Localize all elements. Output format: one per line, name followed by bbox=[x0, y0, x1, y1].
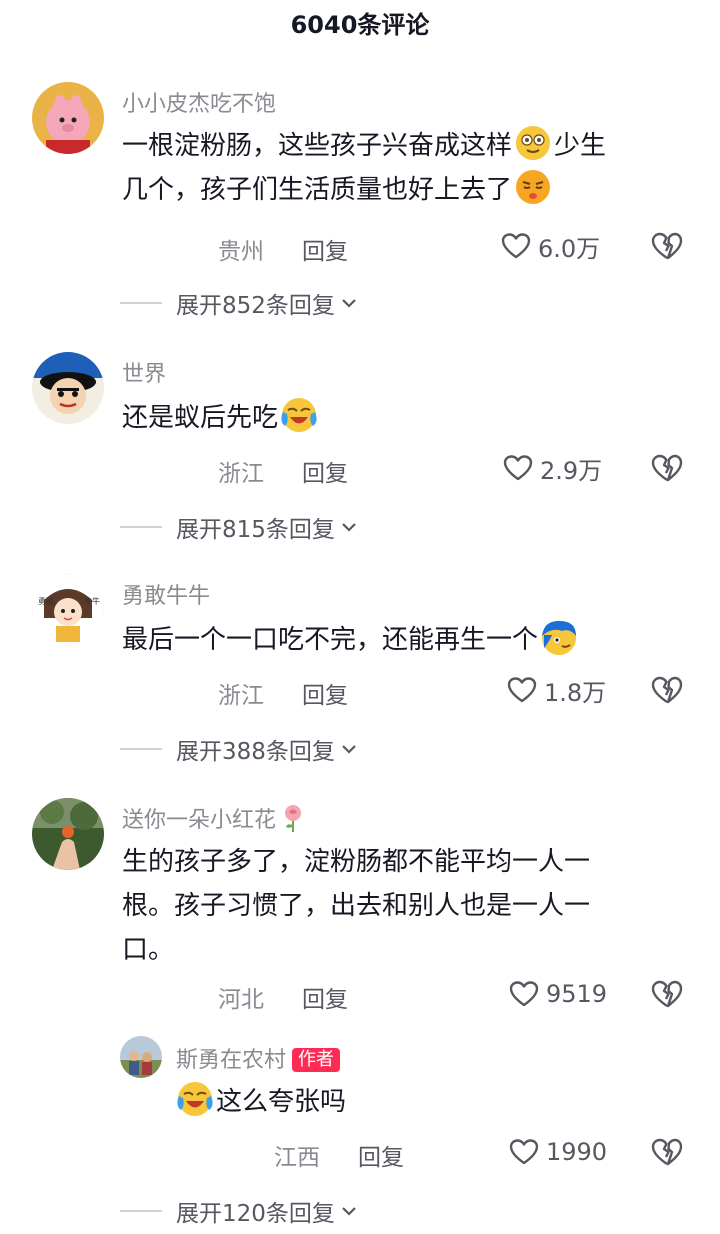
comment-text-part: 最后一个一口吃不完，还能再生一个 bbox=[122, 625, 539, 655]
heart-icon bbox=[509, 1139, 539, 1165]
smug-face-emoji-icon bbox=[516, 170, 551, 204]
like-button[interactable]: 1990 bbox=[508, 1132, 607, 1172]
divider-line bbox=[120, 748, 162, 750]
reply-button[interactable]: 回复 bbox=[358, 1138, 404, 1172]
location-label: 河北 bbox=[218, 987, 264, 1013]
avatar[interactable] bbox=[32, 352, 104, 424]
avatar[interactable] bbox=[32, 798, 104, 870]
username[interactable]: 小小皮杰吃不饱 bbox=[122, 86, 276, 118]
avatar[interactable] bbox=[120, 1036, 162, 1078]
avatar[interactable] bbox=[32, 82, 104, 154]
username-text: 送你一朵小红花 bbox=[122, 808, 277, 833]
comment-text-part: 一根淀粉肠，这些孩子兴奋成这样 bbox=[122, 131, 513, 161]
like-count: 6.0万 bbox=[538, 234, 601, 263]
divider-line bbox=[120, 526, 162, 528]
reply-button[interactable]: 回复 bbox=[302, 980, 348, 1014]
comment-text: 生的孩子多了，淀粉肠都不能平均一人一 根。孩子习惯了，出去和别人也是一人一 口。 bbox=[122, 840, 692, 972]
expand-replies-button[interactable]: 展开388条回复 bbox=[120, 732, 359, 766]
comment-text-part: 口。 bbox=[122, 935, 175, 965]
broken-heart-icon[interactable] bbox=[650, 1135, 684, 1169]
like-button[interactable]: 9519 bbox=[508, 974, 607, 1014]
svg-text:勇敢: 勇敢 bbox=[38, 596, 54, 606]
comment-text-part: 少生 bbox=[554, 131, 607, 161]
svg-text:牛牛: 牛牛 bbox=[84, 596, 100, 606]
location-label: 浙江 bbox=[218, 683, 264, 709]
chevron-down-icon bbox=[342, 745, 356, 754]
like-button[interactable]: 2.9万 bbox=[502, 448, 602, 488]
crying-laughing-emoji-icon bbox=[281, 398, 317, 432]
dizzy-face-emoji-icon bbox=[516, 126, 551, 160]
comment-text: 还是蚁后先吃 bbox=[122, 396, 692, 440]
broken-heart-icon[interactable] bbox=[650, 451, 684, 485]
location-label: 江西 bbox=[274, 1145, 320, 1171]
reply-button[interactable]: 回复 bbox=[302, 676, 348, 710]
like-button[interactable]: 6.0万 bbox=[500, 226, 600, 266]
expand-replies-label: 展开815条回复 bbox=[176, 517, 335, 543]
heart-icon bbox=[503, 455, 533, 481]
location-label: 浙江 bbox=[218, 461, 264, 487]
comment-text-part: 这么夸张吗 bbox=[216, 1087, 347, 1117]
like-count: 1.8万 bbox=[544, 678, 607, 707]
expand-replies-label: 展开388条回复 bbox=[176, 739, 335, 765]
chevron-down-icon bbox=[342, 523, 356, 532]
comment-text: 一根淀粉肠，这些孩子兴奋成这样 少生 几个，孩子们生活质量也好上去了 bbox=[122, 124, 692, 212]
comment-text: 这么夸张吗 bbox=[176, 1080, 676, 1124]
comment-text-part: 几个，孩子们生活质量也好上去了 bbox=[122, 175, 513, 205]
expand-replies-button[interactable]: 展开815条回复 bbox=[120, 510, 359, 544]
like-button[interactable]: 1.8万 bbox=[506, 670, 606, 710]
author-badge: 作者 bbox=[292, 1048, 341, 1072]
divider-line bbox=[120, 302, 162, 304]
username[interactable]: 世界 bbox=[122, 356, 166, 388]
username[interactable]: 勇敢牛牛 bbox=[122, 578, 210, 610]
heart-icon bbox=[509, 981, 539, 1007]
divider-line bbox=[120, 1210, 162, 1212]
crying-laughing-emoji-icon bbox=[177, 1082, 213, 1116]
expand-replies-button[interactable]: 展开852条回复 bbox=[120, 286, 359, 320]
reply-button[interactable]: 回复 bbox=[302, 232, 348, 266]
heart-icon bbox=[507, 677, 537, 703]
blue-hair-face-emoji-icon bbox=[542, 620, 577, 655]
chevron-down-icon bbox=[342, 1207, 356, 1216]
broken-heart-icon[interactable] bbox=[650, 229, 684, 263]
location-label: 贵州 bbox=[218, 239, 264, 265]
chevron-down-icon bbox=[342, 299, 356, 308]
rose-icon bbox=[285, 805, 302, 832]
expand-replies-label: 展开852条回复 bbox=[176, 293, 335, 319]
expand-replies-button[interactable]: 展开120条回复 bbox=[120, 1194, 359, 1228]
avatar[interactable]: 勇敢 牛牛 bbox=[32, 574, 104, 646]
broken-heart-icon[interactable] bbox=[650, 673, 684, 707]
heart-icon bbox=[501, 233, 531, 259]
comment-text-part: 生的孩子多了，淀粉肠都不能平均一人一 bbox=[122, 847, 591, 877]
username[interactable]: 送你一朵小红花 bbox=[122, 802, 306, 834]
comment-text-part: 还是蚁后先吃 bbox=[122, 403, 279, 433]
like-count: 9519 bbox=[546, 980, 608, 1008]
like-count: 1990 bbox=[546, 1138, 608, 1166]
username[interactable]: 斯勇在农村 作者 bbox=[176, 1042, 341, 1074]
expand-replies-label: 展开120条回复 bbox=[176, 1201, 335, 1227]
username-text: 斯勇在农村 bbox=[176, 1048, 287, 1073]
like-count: 2.9万 bbox=[540, 456, 603, 485]
broken-heart-icon[interactable] bbox=[650, 977, 684, 1011]
reply-button[interactable]: 回复 bbox=[302, 454, 348, 488]
comment-text: 最后一个一口吃不完，还能再生一个 bbox=[122, 618, 692, 662]
comment-count-title: 6040条评论 bbox=[290, 11, 430, 39]
comment-text-part: 根。孩子习惯了，出去和别人也是一人一 bbox=[122, 891, 591, 921]
